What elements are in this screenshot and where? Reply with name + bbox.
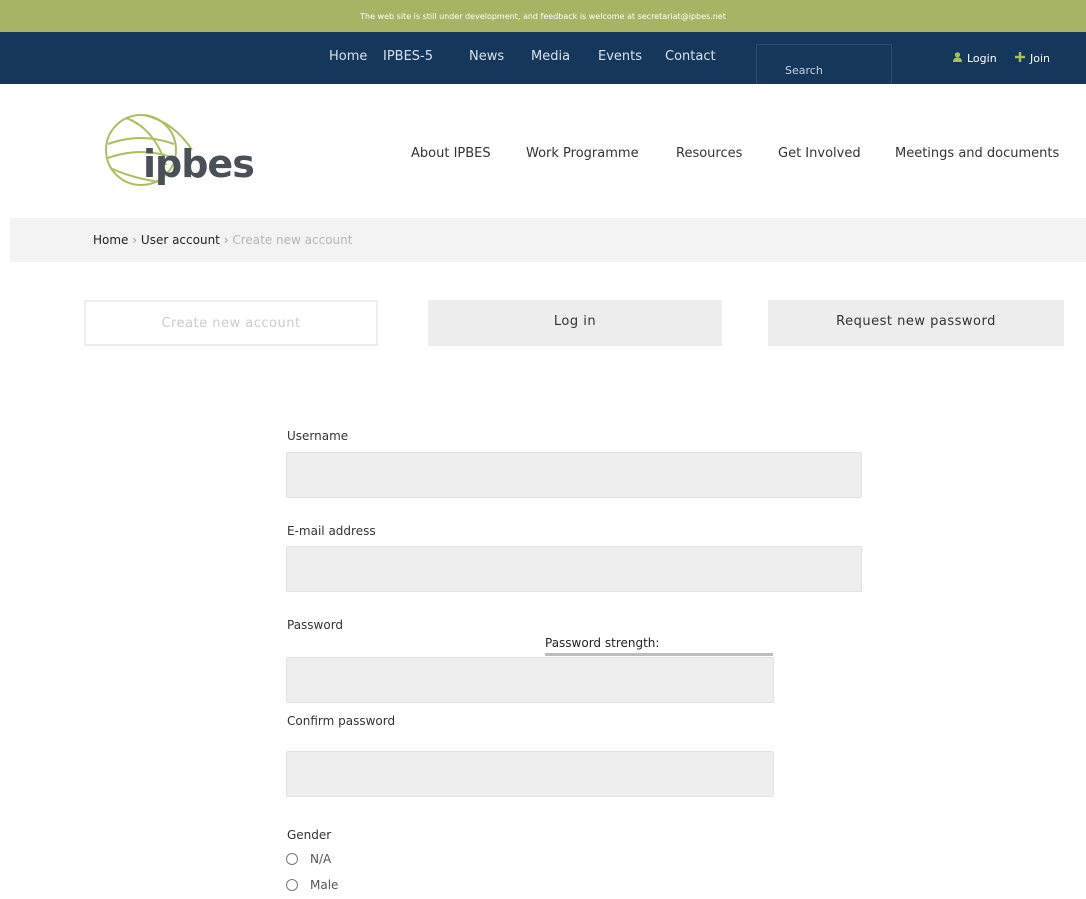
breadcrumb-user-account[interactable]: User account — [141, 233, 220, 247]
topnav-news-link[interactable]: News — [469, 49, 504, 64]
topnav-events-link[interactable]: Events — [598, 49, 642, 64]
breadcrumb-home[interactable]: Home — [93, 233, 128, 247]
username-field[interactable] — [286, 452, 862, 498]
topnav-media-link[interactable]: Media — [531, 49, 570, 64]
radio-button[interactable] — [286, 853, 298, 865]
mainnav-get-involved-link[interactable]: Get Involved — [778, 146, 861, 161]
gender-option-label: N/A — [310, 852, 332, 866]
password-strength-label: Password strength: — [545, 636, 660, 650]
tab-create-new-account[interactable]: Create new account — [84, 300, 378, 346]
breadcrumb-current: Create new account — [232, 233, 353, 247]
development-notice-bar: The web site is still under development,… — [0, 0, 1086, 32]
username-label: Username — [287, 429, 349, 443]
mainnav-about-link[interactable]: About IPBES — [411, 146, 491, 161]
confirm-password-label: Confirm password — [287, 714, 396, 728]
breadcrumb: Home › User account › Create new account — [93, 233, 352, 247]
tab-request-new-password[interactable]: Request new password — [768, 300, 1064, 346]
breadcrumb-separator: › — [223, 233, 229, 247]
join-label: Join — [1030, 52, 1051, 65]
topnav-ipbes5-link[interactable]: IPBES-5 — [383, 49, 433, 64]
gender-option-label: Male — [310, 878, 339, 892]
join-link[interactable]: Join — [1015, 52, 1050, 65]
top-navigation: Home IPBES-5 News Media Events Contact L… — [0, 32, 1086, 84]
search-input[interactable]: Search — [756, 44, 892, 84]
gender-label: Gender — [287, 828, 332, 842]
login-label: Login — [967, 52, 997, 65]
login-link[interactable]: Login — [953, 52, 997, 65]
development-notice-text: The web site is still under development,… — [360, 12, 726, 21]
email-field[interactable] — [286, 546, 862, 592]
plus-icon — [1015, 52, 1025, 65]
radio-button[interactable] — [286, 879, 298, 891]
password-strength-meter — [545, 653, 773, 656]
tab-log-in[interactable]: Log in — [428, 300, 722, 346]
mainnav-meetings-link[interactable]: Meetings and documents — [895, 146, 1059, 161]
password-label: Password — [287, 618, 344, 632]
confirm-password-field[interactable] — [286, 751, 774, 797]
topnav-home-link[interactable]: Home — [329, 49, 367, 64]
password-field[interactable] — [286, 657, 774, 703]
mainnav-work-programme-link[interactable]: Work Programme — [526, 146, 639, 161]
user-icon — [953, 52, 962, 65]
logo-text: ipbes — [143, 142, 255, 186]
email-label: E-mail address — [287, 524, 376, 538]
breadcrumb-separator: › — [132, 233, 138, 247]
topnav-contact-link[interactable]: Contact — [665, 49, 716, 64]
mainnav-resources-link[interactable]: Resources — [676, 146, 742, 161]
